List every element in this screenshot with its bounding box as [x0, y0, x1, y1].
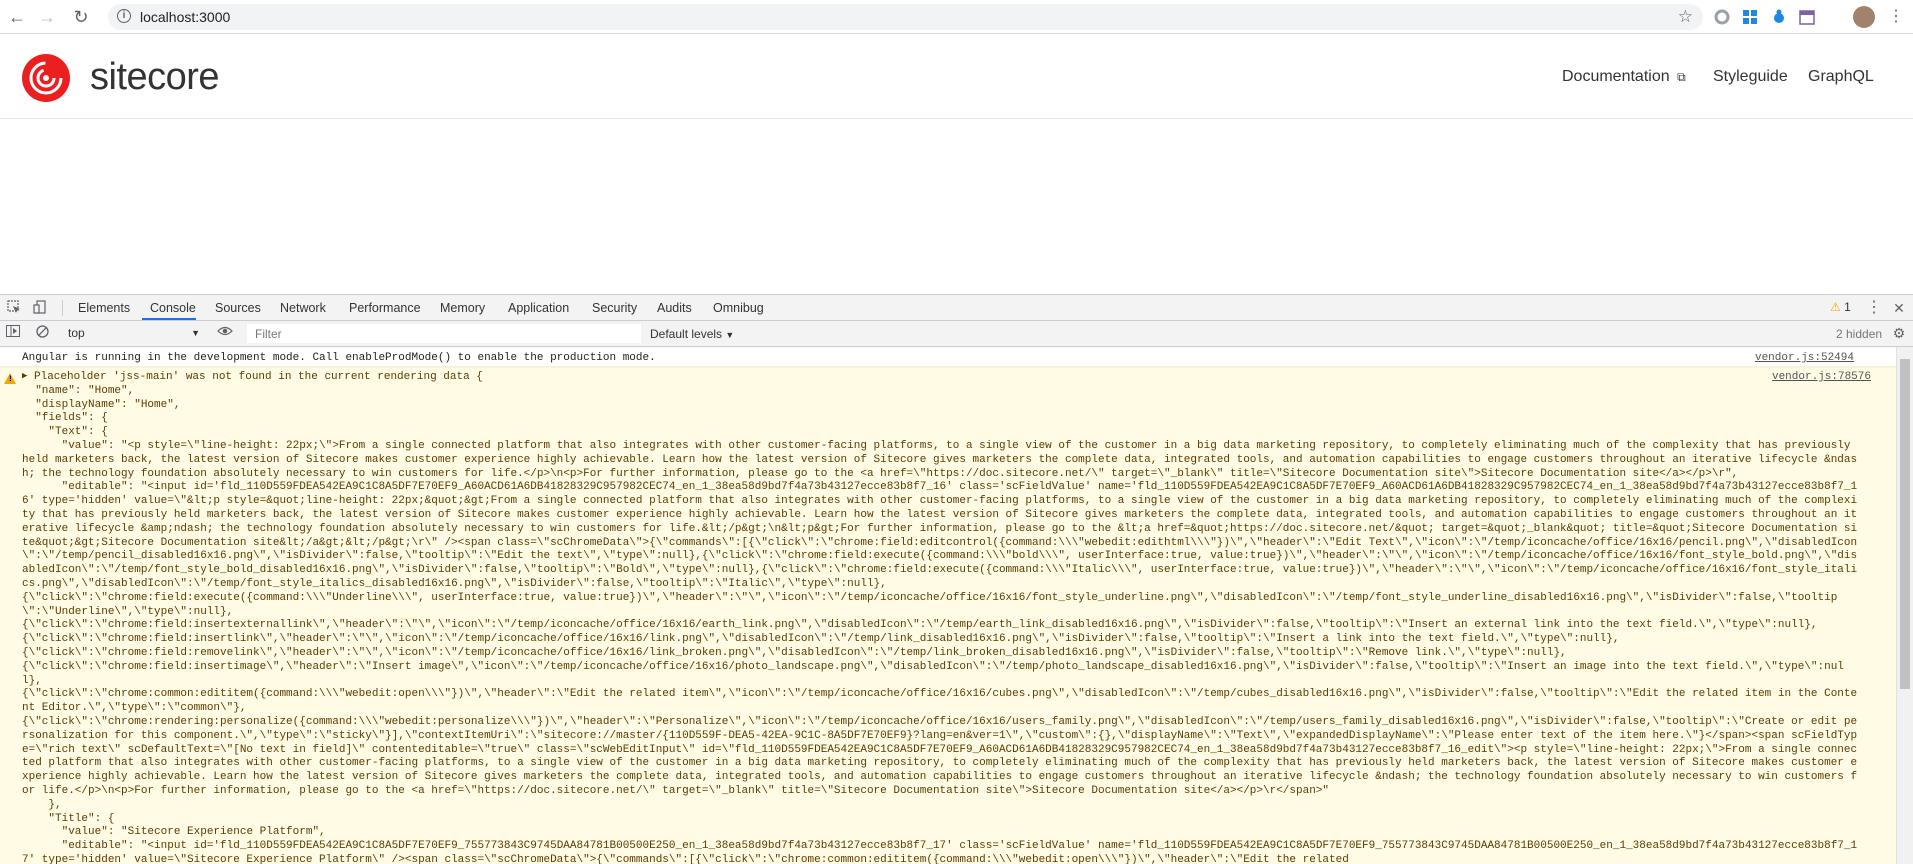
profile-avatar[interactable]: [1853, 6, 1875, 28]
windows-icon[interactable]: [1741, 8, 1759, 26]
warning-message-text[interactable]: Placeholder 'jss-main' was not found in …: [22, 371, 1862, 864]
close-devtools-icon[interactable]: ✕: [1891, 300, 1907, 316]
dropdown-arrow-icon: ▼: [191, 328, 200, 338]
context-select[interactable]: top ▼: [68, 325, 200, 342]
nav-link-documentation[interactable]: Documentation ⧉: [1562, 68, 1686, 86]
nav-link-graphql[interactable]: GraphQL: [1808, 68, 1874, 86]
source-link[interactable]: vendor.js:52494: [1755, 352, 1854, 364]
app-header: sitecore Documentation ⧉ Styleguide Grap…: [0, 34, 1913, 119]
tab-application[interactable]: Application: [508, 301, 569, 315]
live-expression-eye-icon[interactable]: [217, 325, 233, 341]
devtools-tab-bar: Elements Console Sources Network Perform…: [0, 294, 1913, 321]
info-icon[interactable]: i: [117, 9, 131, 23]
hidden-count: 2 hidden: [1836, 327, 1883, 341]
console-message-info: Angular is running in the development mo…: [0, 347, 1896, 367]
scrollbar-thumb[interactable]: [1900, 359, 1910, 689]
console-filter-bar: top ▼ Default levels ▼ 2 hidden ⚙: [0, 321, 1913, 347]
forward-arrow-icon[interactable]: →: [36, 6, 58, 28]
external-link-icon: ⧉: [1677, 70, 1686, 84]
calendar-icon[interactable]: [1798, 8, 1816, 26]
dropdown-arrow-icon: ▼: [725, 330, 735, 340]
clear-console-icon[interactable]: [34, 325, 50, 341]
extension-icon[interactable]: [1713, 8, 1731, 26]
console-output: Angular is running in the development mo…: [0, 347, 1913, 864]
back-arrow-icon[interactable]: ←: [6, 6, 28, 28]
bug-icon[interactable]: [1770, 8, 1788, 26]
active-tab-indicator: [142, 318, 196, 320]
tab-memory[interactable]: Memory: [440, 301, 485, 315]
reload-icon[interactable]: ↻: [70, 6, 92, 28]
log-levels-dropdown[interactable]: Default levels ▼: [650, 327, 734, 341]
chrome-menu-icon[interactable]: ⋮: [1885, 6, 1907, 28]
tab-sources[interactable]: Sources: [215, 301, 261, 315]
address-bar[interactable]: i localhost:3000 ☆: [108, 4, 1703, 30]
device-toolbar-icon[interactable]: [32, 300, 48, 316]
message-text: Angular is running in the development mo…: [22, 352, 656, 364]
filter-input[interactable]: [247, 324, 641, 343]
inspect-element-icon[interactable]: [6, 300, 22, 316]
devtools-menu-icon[interactable]: ⋮: [1866, 300, 1882, 316]
console-message-warning: ! ▶ Placeholder 'jss-main' was not found…: [0, 367, 1896, 864]
tab-performance[interactable]: Performance: [349, 301, 421, 315]
tab-elements[interactable]: Elements: [78, 301, 130, 315]
tab-omnibug[interactable]: Omnibug: [713, 301, 764, 315]
bookmark-star-icon[interactable]: ☆: [1678, 7, 1693, 27]
tab-audits[interactable]: Audits: [657, 301, 692, 315]
divider: [62, 300, 63, 316]
tab-console[interactable]: Console: [150, 301, 196, 315]
url-text[interactable]: localhost:3000: [140, 9, 230, 25]
sitecore-logo-icon[interactable]: [21, 53, 71, 103]
console-settings-gear-icon[interactable]: ⚙: [1891, 325, 1907, 341]
logo-text[interactable]: sitecore: [90, 56, 220, 99]
source-link[interactable]: vendor.js:78576: [1772, 371, 1871, 383]
nav-link-styleguide[interactable]: Styleguide: [1713, 68, 1788, 86]
console-scrollbar[interactable]: [1896, 347, 1913, 864]
warning-icon: ⚠: [1830, 300, 1841, 314]
warning-icon: !: [4, 373, 16, 384]
sidebar-toggle-icon[interactable]: [5, 325, 21, 341]
tab-security[interactable]: Security: [592, 301, 637, 315]
browser-toolbar: ← → ↻ i localhost:3000 ☆ ⋮: [0, 0, 1913, 34]
tab-network[interactable]: Network: [280, 301, 326, 315]
warning-counter[interactable]: ⚠ 1: [1830, 300, 1851, 314]
